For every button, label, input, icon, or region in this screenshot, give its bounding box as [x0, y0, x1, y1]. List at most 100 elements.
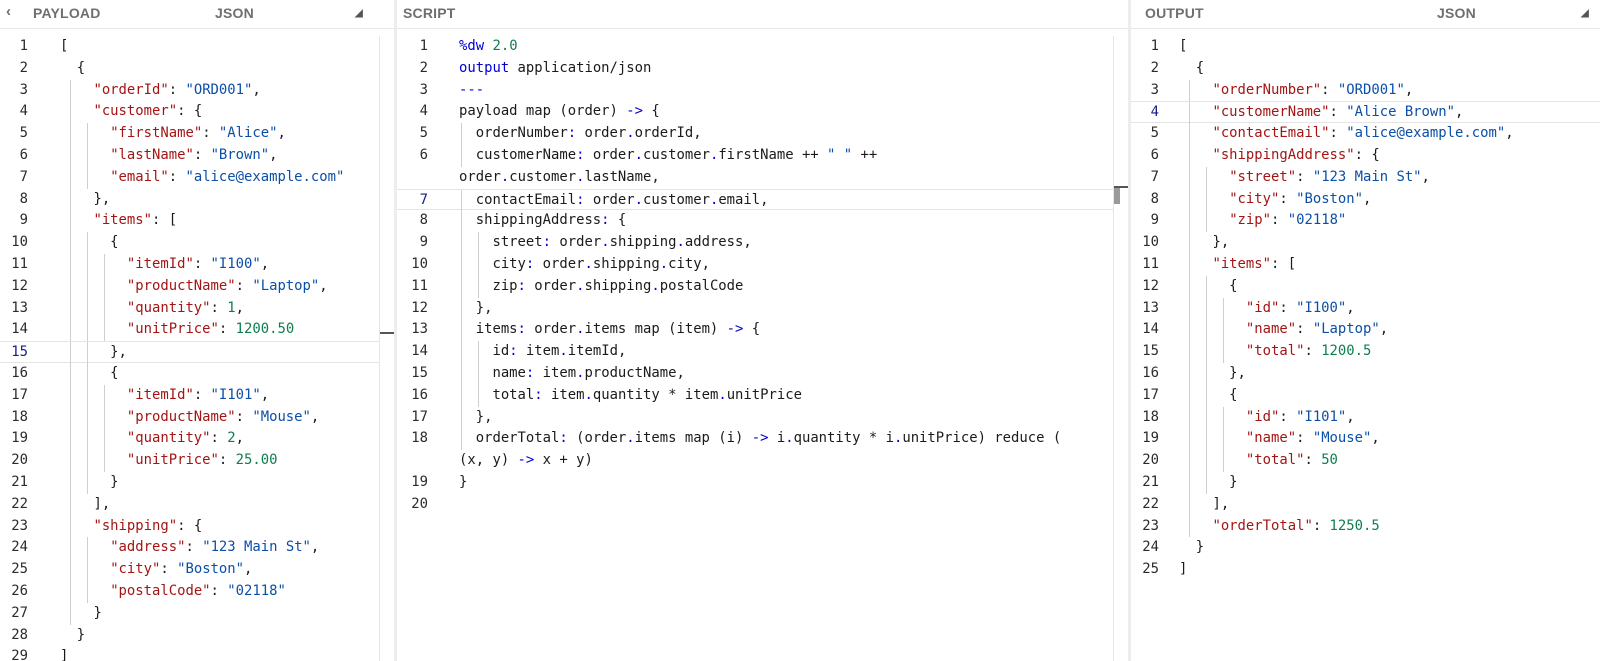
code-line[interactable]: 17 "itemId": "I101", — [0, 384, 394, 407]
code-line[interactable]: 15 name: item.productName, — [397, 362, 1128, 385]
code-line[interactable]: 22 ], — [0, 493, 394, 516]
script-editor[interactable]: 1 %dw 2.0 2 output application/json 3 --- 4 pay… — [397, 36, 1128, 661]
line-number: 14 — [411, 343, 428, 360]
payload-editor[interactable]: 1[2 {3 "orderId": "ORD001", 4 "customer":… — [0, 36, 394, 661]
code-line[interactable]: 10 { — [0, 232, 394, 254]
code-line[interactable]: 15 "total": 1200.5 — [1131, 341, 1600, 363]
line-number: 16 — [411, 386, 428, 403]
code-line[interactable]: 14 "unitPrice": 1200.50 — [0, 319, 394, 342]
line-number: 20 — [11, 452, 28, 469]
code-line[interactable]: 18 "productName": "Mouse", — [0, 406, 394, 429]
script-scrollbar[interactable] — [1113, 36, 1128, 661]
code-line[interactable]: 24 } — [1131, 537, 1600, 559]
script-header: SCRIPT — [397, 0, 1128, 29]
code-line[interactable]: 23 "orderTotal": 1250.5 — [1131, 515, 1600, 538]
code-line[interactable]: 18 "id": "I101", — [1131, 406, 1600, 429]
code-line[interactable]: 6 customerName: order.customer.firstName… — [397, 144, 1128, 167]
code-line[interactable]: 10 city: order.shipping.city, — [397, 253, 1128, 276]
code-line[interactable]: 3 "orderNumber": "ORD001", — [1131, 79, 1600, 102]
code-line[interactable]: 25 "city": "Boston", — [0, 559, 394, 581]
code-line[interactable]: 1[ — [0, 36, 394, 58]
code-line[interactable]: 5 "contactEmail": "alice@example.com", — [1131, 123, 1600, 145]
code-line[interactable]: 8 "city": "Boston", — [1131, 188, 1600, 211]
code-line[interactable]: 16 }, — [1131, 362, 1600, 385]
line-code: order.customer.lastName, — [459, 168, 660, 185]
code-line[interactable]: 17 }, — [397, 406, 1128, 429]
code-line[interactable]: 8 }, — [0, 188, 394, 211]
code-line[interactable]: 12 { — [1131, 275, 1600, 298]
code-line[interactable]: 15 }, — [0, 341, 394, 364]
code-line[interactable]: 16 total: item.quantity * item.unitPrice — [397, 384, 1128, 407]
script-scroll-thumb[interactable] — [1114, 188, 1120, 204]
output-editor[interactable]: 1[2 {3 "orderNumber": "ORD001", 4 "custom… — [1131, 36, 1600, 661]
code-line[interactable]: 17 { — [1131, 384, 1600, 407]
code-line[interactable]: 1[ — [1131, 36, 1600, 58]
code-line[interactable]: (x, y) -> x + y) — [397, 450, 1128, 472]
code-line[interactable]: 7 "email": "alice@example.com" — [0, 166, 394, 189]
payload-format-select[interactable]: JSON — [215, 5, 254, 21]
line-code: "customer": { — [93, 103, 203, 120]
code-line[interactable]: 3 "orderId": "ORD001", — [0, 79, 394, 102]
line-code: "items": [ — [1212, 255, 1297, 272]
code-line[interactable]: 10 }, — [1131, 232, 1600, 254]
code-line[interactable]: 13 "quantity": 1, — [0, 297, 394, 320]
output-format-select[interactable]: JSON — [1437, 5, 1476, 21]
code-line[interactable]: 19 "name": "Mouse", — [1131, 428, 1600, 451]
code-line[interactable]: 27 } — [0, 602, 394, 625]
code-line[interactable]: order.customer.lastName, — [397, 167, 1128, 189]
code-line[interactable]: 11 "items": [ — [1131, 253, 1600, 276]
code-line[interactable]: 24 "address": "123 Main St", — [0, 537, 394, 560]
code-line[interactable]: 19 "quantity": 2, — [0, 428, 394, 451]
code-line[interactable]: 6 "lastName": "Brown", — [0, 144, 394, 167]
code-line[interactable]: 11 "itemId": "I100", — [0, 253, 394, 276]
code-line[interactable]: 20 — [397, 494, 1128, 516]
line-number: 16 — [1142, 364, 1159, 381]
code-line[interactable]: 5 orderNumber: order.orderId, — [397, 123, 1128, 145]
line-number: 18 — [11, 408, 28, 425]
dropdown-caret-icon[interactable]: ◢ — [355, 8, 363, 19]
line-code: orderNumber: order.orderId, — [459, 125, 702, 142]
dropdown-caret-icon[interactable]: ◢ — [1581, 8, 1589, 19]
payload-scroll-thumb[interactable] — [380, 332, 394, 334]
line-code: "street": "123 Main St", — [1229, 168, 1430, 185]
code-line[interactable]: 1 %dw 2.0 — [397, 36, 1128, 58]
code-line[interactable]: 11 zip: order.shipping.postalCode — [397, 275, 1128, 298]
code-line[interactable]: 4 payload map (order) -> { — [397, 101, 1128, 123]
code-line[interactable]: 25] — [1131, 559, 1600, 581]
code-line[interactable]: 18 orderTotal: (order.items map (i) -> i… — [397, 428, 1128, 451]
code-line[interactable]: 4 "customerName": "Alice Brown", — [1131, 101, 1600, 125]
code-line[interactable]: 6 "shippingAddress": { — [1131, 144, 1600, 167]
code-line[interactable]: 9 "zip": "02118" — [1131, 210, 1600, 233]
code-line[interactable]: 7 contactEmail: order.customer.email, — [397, 188, 1128, 212]
chevron-left-icon[interactable]: ‹ — [6, 3, 11, 20]
code-line[interactable]: 22 ], — [1131, 493, 1600, 516]
code-line[interactable]: 21 } — [1131, 471, 1600, 494]
code-line[interactable]: 5 "firstName": "Alice", — [0, 123, 394, 145]
payload-scrollbar[interactable] — [379, 36, 394, 661]
code-line[interactable]: 12 "productName": "Laptop", — [0, 275, 394, 298]
code-line[interactable]: 26 "postalCode": "02118" — [0, 580, 394, 603]
code-line[interactable]: 14 "name": "Laptop", — [1131, 319, 1600, 342]
code-line[interactable]: 2 { — [1131, 58, 1600, 80]
code-line[interactable]: 28 } — [0, 625, 394, 647]
code-line[interactable]: 13 "id": "I100", — [1131, 297, 1600, 320]
code-line[interactable]: 20 "total": 50 — [1131, 450, 1600, 472]
code-line[interactable]: 9 street: order.shipping.address, — [397, 232, 1128, 254]
code-line[interactable]: 19} — [397, 472, 1128, 494]
code-line[interactable]: 7 "street": "123 Main St", — [1131, 166, 1600, 189]
code-line[interactable]: 9 "items": [ — [0, 210, 394, 233]
code-line[interactable]: 3 --- — [397, 80, 1128, 102]
line-number: 6 — [419, 146, 428, 163]
code-line[interactable]: 29] — [0, 646, 394, 661]
code-line[interactable]: 16 { — [0, 362, 394, 385]
code-line[interactable]: 21 } — [0, 471, 394, 494]
code-line[interactable]: 12 }, — [397, 297, 1128, 320]
code-line[interactable]: 2 { — [0, 58, 394, 80]
code-line[interactable]: 4 "customer": { — [0, 101, 394, 124]
code-line[interactable]: 8 shippingAddress: { — [397, 210, 1128, 233]
code-line[interactable]: 2 output application/json — [397, 58, 1128, 80]
code-line[interactable]: 13 items: order.items map (item) -> { — [397, 319, 1128, 342]
code-line[interactable]: 20 "unitPrice": 25.00 — [0, 450, 394, 472]
code-line[interactable]: 23 "shipping": { — [0, 515, 394, 538]
code-line[interactable]: 14 id: item.itemId, — [397, 341, 1128, 363]
